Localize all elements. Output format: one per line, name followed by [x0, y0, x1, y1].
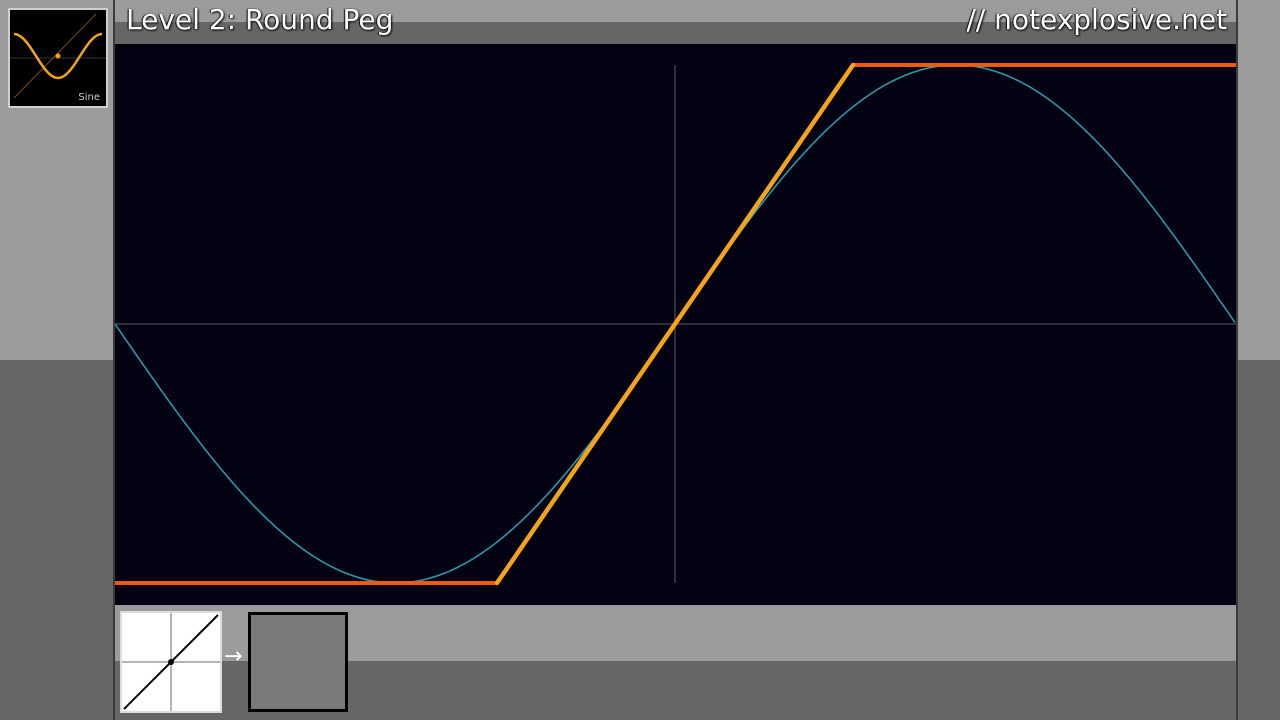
thumbnail-label: Sine	[78, 92, 100, 103]
output-slot-icon[interactable]	[248, 612, 348, 712]
oscilloscope	[115, 44, 1236, 605]
transfer-curve-icon	[122, 613, 220, 711]
level-thumbnail[interactable]: Sine	[8, 8, 108, 108]
waveform-plot	[115, 62, 1236, 586]
transfer-function-icon[interactable]	[120, 611, 222, 713]
frame-right-edge	[1236, 0, 1238, 720]
arrow-right-icon: →	[224, 644, 243, 669]
bottom-toolbar: →	[115, 605, 1236, 720]
site-link[interactable]: // notexplosive.net	[966, 3, 1227, 37]
level-title: Level 2: Round Peg	[126, 3, 394, 36]
title-bar: Level 2: Round Peg // notexplosive.net	[115, 0, 1236, 44]
